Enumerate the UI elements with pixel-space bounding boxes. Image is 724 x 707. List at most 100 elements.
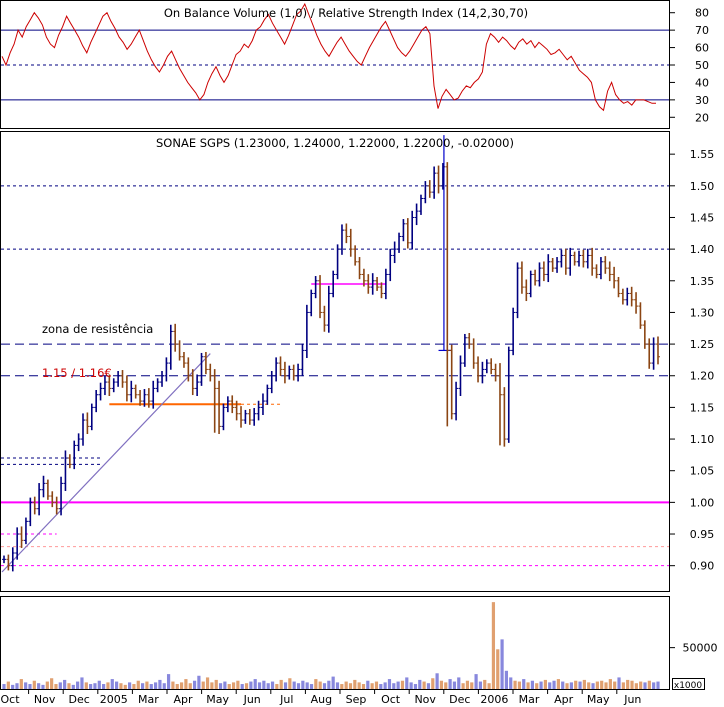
rsi-tick-label: 40 — [695, 76, 709, 89]
volume-bar — [405, 677, 409, 689]
volume-bar — [361, 684, 366, 689]
volume-bar — [578, 681, 582, 689]
volume-bar — [54, 684, 58, 689]
volume-bar — [80, 677, 84, 689]
volume-bar — [431, 678, 435, 689]
volume-bar — [652, 682, 656, 689]
price-tick-label: 0.90 — [690, 560, 715, 573]
volume-bar — [292, 681, 296, 689]
volume-bar — [344, 681, 348, 689]
rsi-tick-label: 20 — [695, 111, 709, 124]
volume-tick-label: 50000 — [683, 642, 718, 655]
volume-bar — [296, 683, 301, 689]
volume-bar — [491, 602, 496, 689]
volume-bar — [6, 681, 10, 689]
volume-bar — [457, 677, 461, 689]
volume-bar — [50, 678, 54, 689]
volume-bar — [166, 674, 171, 689]
volume-bar — [496, 649, 500, 689]
price-tick-label: 1.50 — [690, 180, 715, 193]
chart-canvas: 80706050403020 1.551.501.451.401.351.301… — [0, 0, 718, 706]
volume-bar — [439, 680, 444, 689]
volume-bar — [522, 679, 526, 689]
x-tick-label: Apr — [173, 693, 193, 706]
volume-bar — [517, 681, 522, 689]
volume-bar — [331, 676, 335, 689]
volume-bar — [561, 681, 565, 689]
price-tick-label: 0.95 — [690, 528, 715, 541]
volume-bar — [617, 677, 621, 689]
price-tick-label: 1.40 — [690, 243, 715, 256]
volume-bar — [582, 679, 586, 689]
price-tick-label: 1.45 — [690, 211, 715, 224]
price-tick-label: 1.35 — [690, 275, 715, 288]
volume-bar — [162, 683, 166, 689]
volume-bar — [45, 681, 49, 689]
volume-bar — [613, 681, 617, 689]
volume-bar — [600, 680, 604, 689]
volume-bar — [67, 683, 71, 689]
volume-bar — [548, 682, 552, 689]
volume-bar — [210, 682, 214, 689]
x-tick-label: Nov — [34, 693, 56, 706]
x-tick-label: Nov — [414, 693, 436, 706]
volume-bar — [171, 681, 175, 689]
volume-bar — [283, 682, 288, 689]
volume-bar — [132, 684, 136, 689]
volume-bar — [123, 684, 127, 689]
volume-bar — [634, 683, 638, 689]
volume-bar — [452, 681, 457, 689]
volume-bar — [435, 673, 439, 689]
volume-bar — [89, 684, 93, 689]
volume-bar — [630, 680, 634, 689]
volume-bar — [223, 681, 227, 689]
volume-bar — [387, 679, 392, 689]
volume-bar — [374, 681, 379, 689]
x-tick-label: Jul — [279, 693, 293, 706]
x-tick-label: Oct — [0, 693, 20, 706]
volume-bar — [379, 684, 383, 689]
volume-bar — [201, 681, 205, 689]
volume-bar — [37, 683, 41, 689]
price-tick-label: 1.00 — [690, 496, 715, 509]
volume-bar — [270, 681, 275, 689]
x-tick-label: 2006 — [480, 693, 508, 706]
volume-panel-frame — [0, 596, 670, 690]
rsi-tick-label: 50 — [695, 59, 709, 72]
volume-bar — [400, 680, 405, 689]
rsi-tick-label: 80 — [695, 7, 709, 20]
volume-bar — [461, 683, 465, 689]
volume-bar — [110, 679, 114, 689]
volume-bar — [214, 679, 218, 689]
volume-bar — [535, 683, 539, 689]
volume-bar — [470, 682, 474, 689]
x-tick-label: Apr — [554, 693, 574, 706]
volume-bar — [318, 681, 322, 689]
volume-bar — [71, 684, 75, 689]
x-tick-label: Aug — [311, 693, 332, 706]
volume-bar — [140, 683, 145, 689]
volume-bar — [128, 682, 132, 689]
volume-layer: 50000 — [2, 602, 718, 689]
volume-bar — [357, 682, 361, 689]
price-tick-label: 1.55 — [690, 148, 715, 161]
volume-bar — [322, 683, 327, 689]
rsi-tick-label: 30 — [695, 94, 709, 107]
volume-bar — [197, 675, 201, 689]
volume-bar — [574, 680, 578, 689]
volume-bar — [253, 679, 257, 689]
volume-bar — [353, 679, 357, 689]
x-tick-label: 2005 — [100, 693, 128, 706]
volume-bar — [28, 684, 32, 689]
x-tick-label: Jun — [243, 693, 261, 706]
volume-bar — [76, 681, 80, 689]
volume-bar — [539, 681, 543, 689]
volume-bar — [236, 680, 240, 689]
volume-bar — [483, 679, 487, 689]
volume-bar — [19, 679, 23, 689]
x-tick-label: Dec — [69, 693, 90, 706]
volume-bar — [478, 681, 483, 689]
price-tick-label: 1.25 — [690, 338, 715, 351]
volume-bar — [192, 680, 197, 689]
volume-bar — [93, 683, 97, 689]
